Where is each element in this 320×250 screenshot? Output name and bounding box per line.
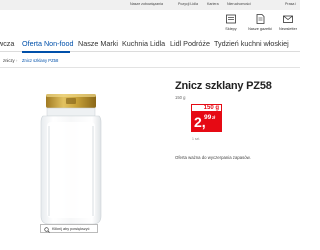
header: Sklepy Nasze gazetki Newsletter xyxy=(0,10,300,38)
unit-note: 1 szt. xyxy=(192,137,201,141)
top-link[interactable]: Nasze zobowiązania xyxy=(130,2,163,6)
header-icon-label: Nasze gazetki xyxy=(248,27,272,31)
header-icon-label: Sklepy xyxy=(225,27,237,31)
leaflets-link[interactable]: Nasze gazetki xyxy=(248,13,272,37)
breadcrumb-separator: › xyxy=(16,58,18,63)
newsletter-link[interactable]: Newsletter xyxy=(276,13,300,37)
nav-item[interactable]: Lidl Podróże xyxy=(170,39,210,48)
price-decimal: 99 xyxy=(204,114,212,121)
header-icon-label: Newsletter xyxy=(279,27,297,31)
product-image[interactable] xyxy=(37,92,105,228)
list-icon xyxy=(226,14,236,24)
top-link[interactable]: Prasa i xyxy=(285,2,296,6)
nav-item-oferta-non-food[interactable]: Oferta Non-food xyxy=(22,39,74,48)
zoom-button[interactable]: Kliknij aby powiększyć xyxy=(40,224,98,233)
old-price: 150 g xyxy=(203,105,219,111)
breadcrumb-item[interactable]: zniczy xyxy=(3,58,15,63)
mail-icon xyxy=(283,15,293,23)
top-link[interactable]: Nieruchomości xyxy=(227,2,251,6)
nav-item[interactable]: Tydzień kuchni włoskiej xyxy=(214,39,289,48)
stores-link[interactable]: Sklepy xyxy=(219,13,243,37)
nav-item[interactable]: Kuchnia Lidla xyxy=(122,39,165,48)
price-top: 150 g xyxy=(191,104,222,112)
product-weight: 150 g xyxy=(175,95,186,100)
divider xyxy=(0,67,300,68)
top-links: Nasze zobowiązania Pozycji Lidla Kariera… xyxy=(0,1,300,9)
nav-item[interactable]: wcza xyxy=(0,39,14,48)
nav-item[interactable]: Nasze Marki xyxy=(78,39,118,48)
product-description: Oferta ważna do wyczerpania zapasów. xyxy=(175,155,251,160)
zoom-label: Kliknij aby powiększyć xyxy=(52,227,90,231)
top-link[interactable]: Kariera xyxy=(207,2,219,6)
candle-jar-image xyxy=(40,94,102,225)
magnifier-icon xyxy=(44,226,50,233)
main-navigation: wcza Oferta Non-food Nasze Marki Kuchnia… xyxy=(0,37,300,52)
price-currency: zł xyxy=(212,115,216,120)
product-title: Znicz szklany PZ58 xyxy=(175,80,272,92)
paper-icon xyxy=(256,14,265,24)
top-link[interactable]: Pozycji Lidla xyxy=(178,2,198,6)
price-box: 150 g 2, 99 zł xyxy=(191,104,222,132)
price-main: 2, 99 zł xyxy=(191,112,222,132)
breadcrumb-current: Znicz szklany PZ58 xyxy=(22,58,59,63)
active-tab-indicator xyxy=(22,51,70,53)
